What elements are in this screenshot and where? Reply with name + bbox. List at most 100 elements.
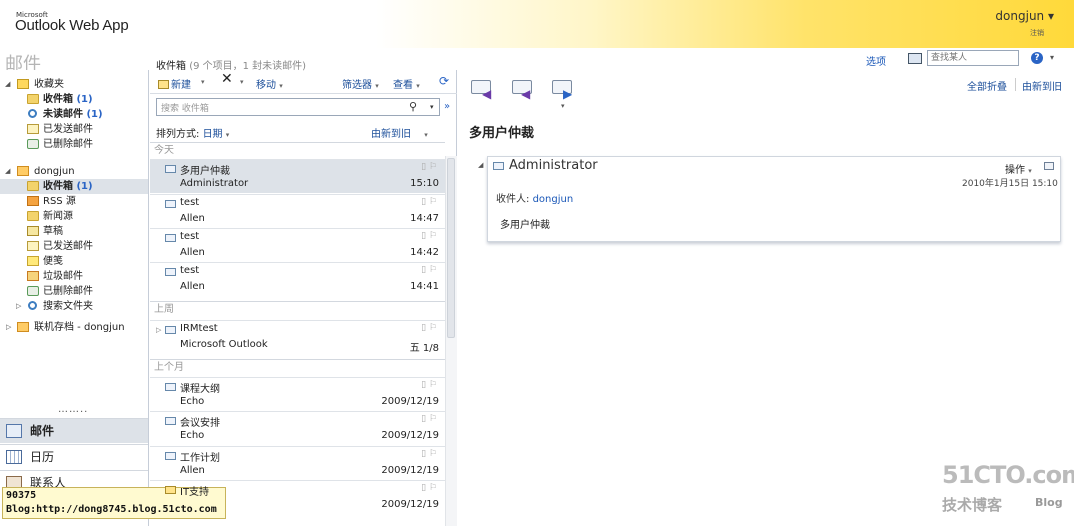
message-row[interactable]: 课程大纲 ▯ ⚐ Echo 2009/12/19: [150, 377, 445, 411]
expand-arrow-icon[interactable]: ▷: [16, 299, 24, 314]
message-subject: test: [180, 231, 200, 242]
find-someone-input[interactable]: [927, 50, 1019, 66]
message-row[interactable]: ▷ IRMtest ▯ ⚐ Microsoft Outlook 五 1/8: [150, 320, 445, 354]
tree-rss[interactable]: RSS 源: [0, 194, 148, 209]
filter-button[interactable]: 筛选器 ▾: [342, 76, 379, 91]
flag-icons[interactable]: ▯ ⚐: [421, 231, 437, 241]
drafts-icon: [27, 226, 39, 236]
tree-mailbox[interactable]: ◢ dongjun: [0, 164, 148, 179]
calendar-icon: [6, 450, 22, 464]
nav-calendar-button[interactable]: 日历: [0, 444, 148, 469]
list-scroll-thumb[interactable]: [447, 158, 455, 338]
expand-conversation-icon[interactable]: ▷: [156, 326, 161, 334]
nav-mail-button[interactable]: 邮件: [0, 418, 148, 443]
expand-search-icon[interactable]: »: [444, 101, 450, 112]
envelope-icon: [165, 200, 176, 208]
sender-name[interactable]: Administrator: [509, 158, 598, 173]
message-row[interactable]: IT支持 ▯ ⚐ 2009/12/19: [150, 480, 445, 514]
group-header-last-month: 上个月: [150, 359, 445, 375]
collapse-all-link[interactable]: 全部折叠: [967, 78, 1007, 93]
message-row[interactable]: 工作计划 ▯ ⚐ Allen 2009/12/19: [150, 446, 445, 480]
message-time: 2009/12/19: [381, 465, 439, 476]
search-folder-icon: [28, 109, 37, 118]
newest-first-link[interactable]: 由新到旧: [1022, 78, 1062, 93]
flag-icons[interactable]: ▯ ⚐: [421, 414, 437, 424]
tree-label: 已删除邮件: [43, 286, 93, 297]
collapse-arrow-icon[interactable]: ◢: [5, 164, 13, 179]
tree-drafts[interactable]: 草稿: [0, 224, 148, 239]
sort-order[interactable]: 由新到旧 ▾: [371, 125, 428, 140]
new-button[interactable]: 新建: [158, 76, 191, 91]
message-row[interactable]: 会议安排 ▯ ⚐ Echo 2009/12/19: [150, 411, 445, 445]
help-caret-icon[interactable]: ▾: [1050, 53, 1054, 62]
reply-all-button[interactable]: ◀: [509, 76, 535, 101]
signout-link[interactable]: 注销: [1030, 28, 1044, 38]
tree-junk[interactable]: 垃圾邮件: [0, 269, 148, 284]
collapse-message-icon[interactable]: ◢: [478, 161, 483, 169]
expand-arrow-icon[interactable]: ▷: [6, 320, 14, 335]
message-row[interactable]: test ▯ ⚐ Allen 14:47: [150, 194, 445, 228]
to-label: 收件人:: [496, 194, 530, 205]
message-time: 五 1/8: [409, 343, 439, 354]
search-options-caret-icon[interactable]: ▾: [430, 103, 434, 111]
actions-menu[interactable]: 操作 ▾: [1005, 161, 1032, 176]
sort-value[interactable]: 日期: [203, 129, 223, 140]
tree-news[interactable]: 新闻源: [0, 209, 148, 224]
forward-button[interactable]: ▶: [549, 76, 575, 101]
message-row[interactable]: test ▯ ⚐ Allen 14:41: [150, 262, 445, 296]
tree-sent[interactable]: 已发送邮件: [0, 239, 148, 254]
forward-caret-icon[interactable]: ▾: [561, 102, 565, 110]
list-toolbar: 新建 ▾ ✕ ▾ 移动 ▾ 筛选器 ▾ 查看 ▾ ⟳: [150, 70, 457, 94]
logo-outlook-web-app: Outlook Web App: [15, 17, 129, 34]
left-navigation: ◢ 收藏夹 收件箱 (1) 未读邮件 (1) 已发送邮件 已删除邮件 ◢ don…: [0, 70, 149, 526]
move-button[interactable]: 移动 ▾: [256, 76, 283, 91]
flag-icons[interactable]: ▯ ⚐: [421, 197, 437, 207]
view-button[interactable]: 查看 ▾: [393, 76, 420, 91]
flag-icons[interactable]: ▯ ⚐: [421, 265, 437, 275]
recipient-link[interactable]: dongjun: [533, 194, 574, 205]
message-row[interactable]: 多用户仲裁 ▯ ⚐ Administrator 15:10: [150, 159, 445, 193]
collapse-arrow-icon[interactable]: ◢: [5, 77, 13, 92]
sort-order-caret-icon[interactable]: ▾: [424, 131, 428, 139]
sort-caret-icon[interactable]: ▾: [226, 131, 230, 139]
search-icon[interactable]: ⚲: [409, 100, 417, 113]
envelope-icon: [165, 486, 176, 494]
flag-icons[interactable]: ▯ ⚐: [421, 323, 437, 333]
archive-icon: [17, 322, 29, 332]
reply-button[interactable]: ◀: [468, 76, 494, 101]
site-brand-watermark: 51CTO.com 技术博客 Blog: [942, 461, 1074, 514]
delete-icon[interactable]: ✕: [221, 71, 233, 87]
tree-label: 便笺: [43, 256, 63, 267]
tree-notes[interactable]: 便笺: [0, 254, 148, 269]
tree-fav-sent[interactable]: 已发送邮件: [0, 122, 148, 137]
refresh-icon[interactable]: ⟳: [439, 74, 449, 88]
tree-fav-unread[interactable]: 未读邮件 (1): [0, 107, 148, 122]
flag-icons[interactable]: ▯ ⚐: [421, 483, 437, 493]
tree-fav-inbox[interactable]: 收件箱 (1): [0, 92, 148, 107]
new-caret-icon[interactable]: ▾: [201, 76, 205, 87]
message-sender: Microsoft Outlook: [180, 339, 268, 350]
options-link[interactable]: 选项: [866, 53, 886, 68]
address-book-icon[interactable]: [908, 53, 922, 64]
message-subject: 会议安排: [180, 418, 220, 429]
tree-deleted[interactable]: 已删除邮件: [0, 284, 148, 299]
sort-by[interactable]: 排列方式: 日期 ▾: [156, 125, 229, 140]
tree-online-archive[interactable]: ▷ 联机存档 - dongjun: [0, 320, 148, 335]
help-icon[interactable]: ?: [1031, 52, 1043, 64]
popout-icon[interactable]: [1044, 162, 1054, 170]
tree-fav-deleted[interactable]: 已删除邮件: [0, 137, 148, 152]
message-row[interactable]: test ▯ ⚐ Allen 14:42: [150, 228, 445, 262]
tree-favorites[interactable]: ◢ 收藏夹: [0, 77, 148, 92]
message-date: 2010年1月15日 15:10: [962, 179, 1058, 189]
user-menu[interactable]: dongjun ▾: [995, 9, 1054, 23]
more-dots[interactable]: ……..: [58, 404, 88, 415]
flag-icons[interactable]: ▯ ⚐: [421, 162, 437, 172]
tree-label: RSS 源: [43, 196, 76, 207]
flag-icons[interactable]: ▯ ⚐: [421, 449, 437, 459]
tree-inbox[interactable]: 收件箱 (1): [0, 179, 148, 194]
envelope-icon: [165, 452, 176, 460]
delete-caret-icon[interactable]: ▾: [240, 76, 244, 87]
flag-icons[interactable]: ▯ ⚐: [421, 380, 437, 390]
tree-search-folders[interactable]: ▷ 搜索文件夹: [0, 299, 148, 314]
search-inbox-input[interactable]: 搜索 收件箱: [156, 98, 440, 116]
